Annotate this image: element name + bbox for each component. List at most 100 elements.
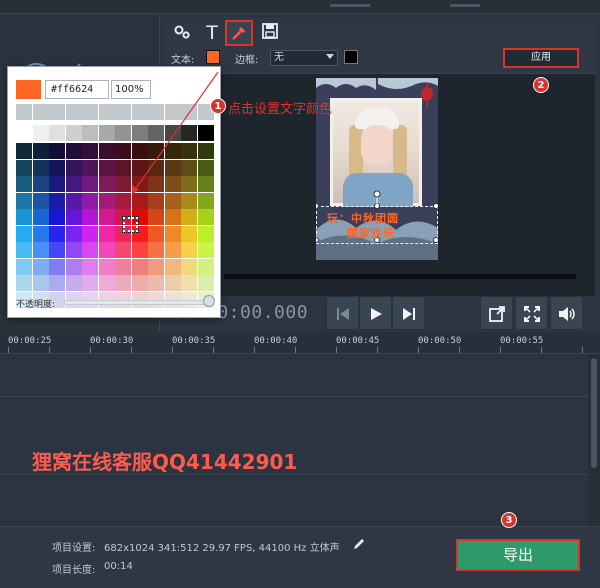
palette-swatch[interactable] <box>164 242 181 258</box>
gray-swatch[interactable] <box>98 125 115 141</box>
palette-swatch[interactable] <box>32 209 49 225</box>
palette-swatch[interactable] <box>115 258 131 275</box>
export-button[interactable]: 导出 <box>456 539 580 571</box>
palette-swatch[interactable] <box>131 143 148 159</box>
palette-swatch[interactable] <box>65 242 82 258</box>
palette-swatch[interactable] <box>197 159 214 176</box>
palette-swatch[interactable] <box>49 143 65 159</box>
recent-color-swatch[interactable] <box>164 104 181 120</box>
palette-swatch[interactable] <box>148 143 164 159</box>
palette-swatch[interactable] <box>181 242 197 258</box>
apply-button[interactable]: 应用 <box>503 48 579 68</box>
rotate-handle[interactable] <box>373 190 381 208</box>
palette-swatch[interactable] <box>181 209 197 225</box>
palette-swatch[interactable] <box>148 242 164 258</box>
palette-swatch[interactable] <box>65 159 82 176</box>
palette-swatch[interactable] <box>181 176 197 192</box>
palette-swatch[interactable] <box>49 159 65 176</box>
palette-swatch[interactable] <box>197 192 214 209</box>
palette-swatch[interactable] <box>197 275 214 291</box>
gear-icon[interactable] <box>171 22 193 44</box>
palette-swatch[interactable] <box>98 225 115 242</box>
palette-swatch[interactable] <box>164 192 181 209</box>
palette-swatch[interactable] <box>82 275 98 291</box>
text-overlay-box[interactable]: 玩：中秋团圆 国家欢乐 <box>316 203 438 244</box>
recent-color-swatch[interactable] <box>148 104 164 120</box>
palette-swatch[interactable] <box>164 176 181 192</box>
palette-swatch[interactable] <box>197 242 214 258</box>
palette-swatch[interactable] <box>131 242 148 258</box>
gray-swatch[interactable] <box>181 125 197 141</box>
palette-swatch[interactable] <box>98 258 115 275</box>
palette-swatch[interactable] <box>49 192 65 209</box>
palette-swatch[interactable] <box>82 242 98 258</box>
palette-swatch[interactable] <box>181 225 197 242</box>
gray-swatch[interactable] <box>82 125 98 141</box>
palette-swatch[interactable] <box>16 242 32 258</box>
previous-frame-button[interactable] <box>326 296 359 330</box>
palette-swatch[interactable] <box>164 225 181 242</box>
palette-swatch[interactable] <box>131 192 148 209</box>
palette-swatch[interactable] <box>98 159 115 176</box>
gray-swatch[interactable] <box>148 125 164 141</box>
recent-color-swatch[interactable] <box>65 104 82 120</box>
palette-swatch[interactable] <box>181 258 197 275</box>
palette-swatch[interactable] <box>115 275 131 291</box>
gray-swatch[interactable] <box>131 125 148 141</box>
fullscreen-button[interactable] <box>515 296 548 330</box>
palette-swatch[interactable] <box>197 258 214 275</box>
timeline-tracks[interactable] <box>0 354 588 526</box>
palette-swatch[interactable] <box>197 176 214 192</box>
recent-color-swatch[interactable] <box>131 104 148 120</box>
palette-swatch[interactable] <box>131 258 148 275</box>
gray-swatch[interactable] <box>49 125 65 141</box>
palette-swatch[interactable] <box>115 176 131 192</box>
palette-swatch[interactable] <box>16 176 32 192</box>
palette-swatch[interactable] <box>65 209 82 225</box>
palette-swatch[interactable] <box>115 143 131 159</box>
palette-swatch[interactable] <box>16 258 32 275</box>
palette-swatch[interactable] <box>49 242 65 258</box>
palette-swatch[interactable] <box>82 176 98 192</box>
palette-swatch[interactable] <box>98 209 115 225</box>
palette-swatch[interactable] <box>131 275 148 291</box>
hex-color-input[interactable]: #ff6624 <box>45 80 109 99</box>
opacity-slider-track[interactable] <box>64 300 212 305</box>
palette-swatch[interactable] <box>181 275 197 291</box>
palette-swatch[interactable] <box>148 209 164 225</box>
palette-swatch[interactable] <box>49 258 65 275</box>
palette-swatch[interactable] <box>148 192 164 209</box>
palette-swatch[interactable] <box>98 242 115 258</box>
palette-swatch[interactable] <box>49 225 65 242</box>
gray-swatch[interactable] <box>32 125 49 141</box>
palette-swatch[interactable] <box>148 225 164 242</box>
save-icon[interactable] <box>259 22 281 44</box>
palette-swatch[interactable] <box>181 192 197 209</box>
palette-swatch[interactable] <box>32 192 49 209</box>
palette-swatch[interactable] <box>82 209 98 225</box>
opacity-percent-input[interactable]: 100% <box>111 80 151 99</box>
gray-swatch[interactable] <box>164 125 181 141</box>
palette-swatch[interactable] <box>32 275 49 291</box>
palette-swatch[interactable] <box>164 143 181 159</box>
palette-swatch[interactable] <box>148 275 164 291</box>
palette-swatch[interactable] <box>65 192 82 209</box>
palette-swatch[interactable] <box>16 192 32 209</box>
palette-swatch[interactable] <box>115 192 131 209</box>
palette-swatch[interactable] <box>49 176 65 192</box>
palette-swatch[interactable] <box>16 209 32 225</box>
palette-swatch[interactable] <box>164 209 181 225</box>
palette-swatch[interactable] <box>164 159 181 176</box>
palette-swatch[interactable] <box>82 225 98 242</box>
palette-swatch[interactable] <box>65 176 82 192</box>
recent-color-swatch[interactable] <box>181 104 197 120</box>
border-style-select[interactable]: 无 <box>270 50 338 66</box>
palette-swatch[interactable] <box>32 225 49 242</box>
palette-swatch[interactable] <box>16 275 32 291</box>
palette-swatch[interactable] <box>131 176 148 192</box>
palette-swatch[interactable] <box>115 159 131 176</box>
palette-swatch[interactable] <box>82 143 98 159</box>
gray-swatch[interactable] <box>65 125 82 141</box>
palette-swatch[interactable] <box>82 192 98 209</box>
palette-swatch[interactable] <box>148 258 164 275</box>
